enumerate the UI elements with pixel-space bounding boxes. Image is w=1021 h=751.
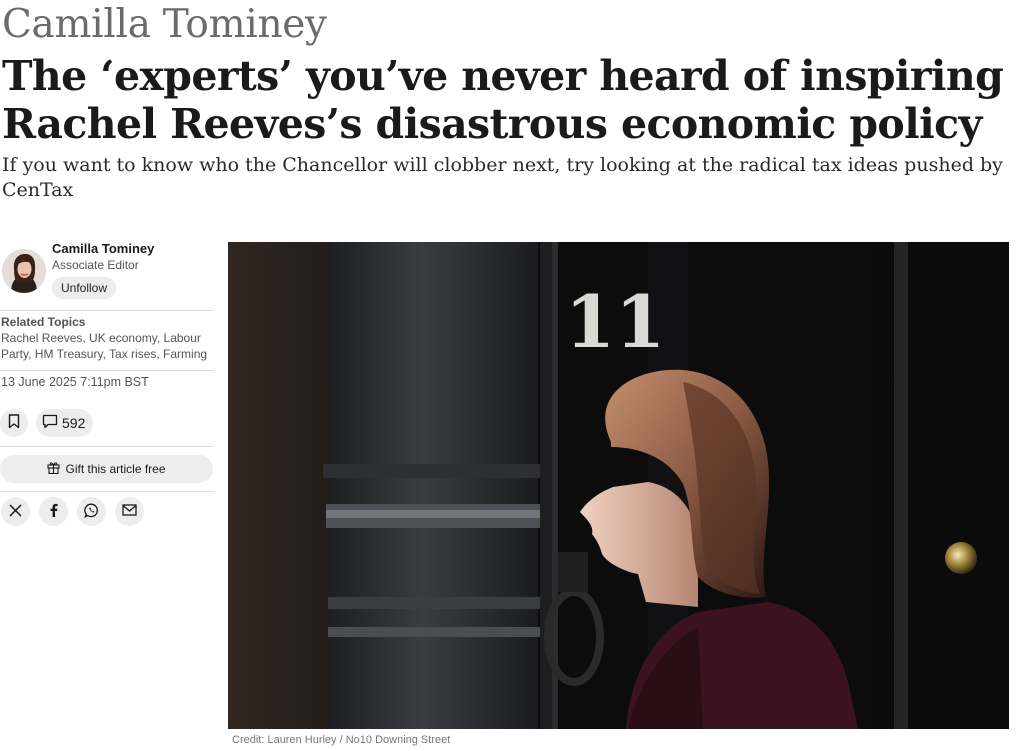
gift-icon: [47, 461, 61, 477]
article-sidebar: Camilla Tominey Associate Editor Unfollo…: [0, 240, 214, 526]
facebook-icon: [49, 503, 58, 520]
share-facebook-button[interactable]: [39, 497, 68, 526]
related-topics: Related Topics Rachel Reeves, UK economy…: [0, 311, 214, 370]
gift-article-button[interactable]: Gift this article free: [0, 455, 213, 483]
comment-icon: [42, 414, 58, 432]
whatsapp-icon: [84, 503, 99, 521]
unfollow-button[interactable]: Unfollow: [52, 277, 117, 299]
lead-image[interactable]: 11: [228, 242, 1009, 729]
share-x-button[interactable]: [1, 497, 30, 526]
article-standfirst: If you want to know who the Chancellor w…: [2, 154, 1003, 201]
comments-button[interactable]: 592: [36, 409, 94, 437]
gift-article-label: Gift this article free: [65, 462, 166, 476]
bookmark-button[interactable]: [0, 409, 28, 437]
author-role: Associate Editor: [52, 258, 139, 272]
bookmark-icon: [8, 414, 20, 432]
author-kicker[interactable]: Camilla Tominey: [2, 2, 327, 48]
related-topics-list[interactable]: Rachel Reeves, UK economy, Labour Party,…: [1, 330, 214, 362]
share-bar: [0, 492, 214, 526]
avatar[interactable]: [2, 249, 46, 293]
author-block: Camilla Tominey Associate Editor Unfollo…: [0, 240, 214, 304]
comment-count: 592: [62, 415, 86, 431]
image-credit: Credit: Lauren Hurley / No10 Downing Str…: [232, 734, 451, 746]
author-name[interactable]: Camilla Tominey: [52, 241, 154, 256]
article-headline: The ‘experts’ you’ve never heard of insp…: [2, 52, 1004, 148]
door-number: 11: [565, 279, 665, 364]
share-whatsapp-button[interactable]: [77, 497, 106, 526]
gift-section: Gift this article free: [0, 447, 214, 491]
article-actions: 592: [0, 399, 214, 446]
email-icon: [122, 504, 137, 519]
publish-date: 13 June 2025 7:11pm BST: [1, 375, 149, 389]
share-email-button[interactable]: [115, 497, 144, 526]
x-icon: [9, 503, 22, 520]
related-topics-heading: Related Topics: [1, 315, 86, 329]
